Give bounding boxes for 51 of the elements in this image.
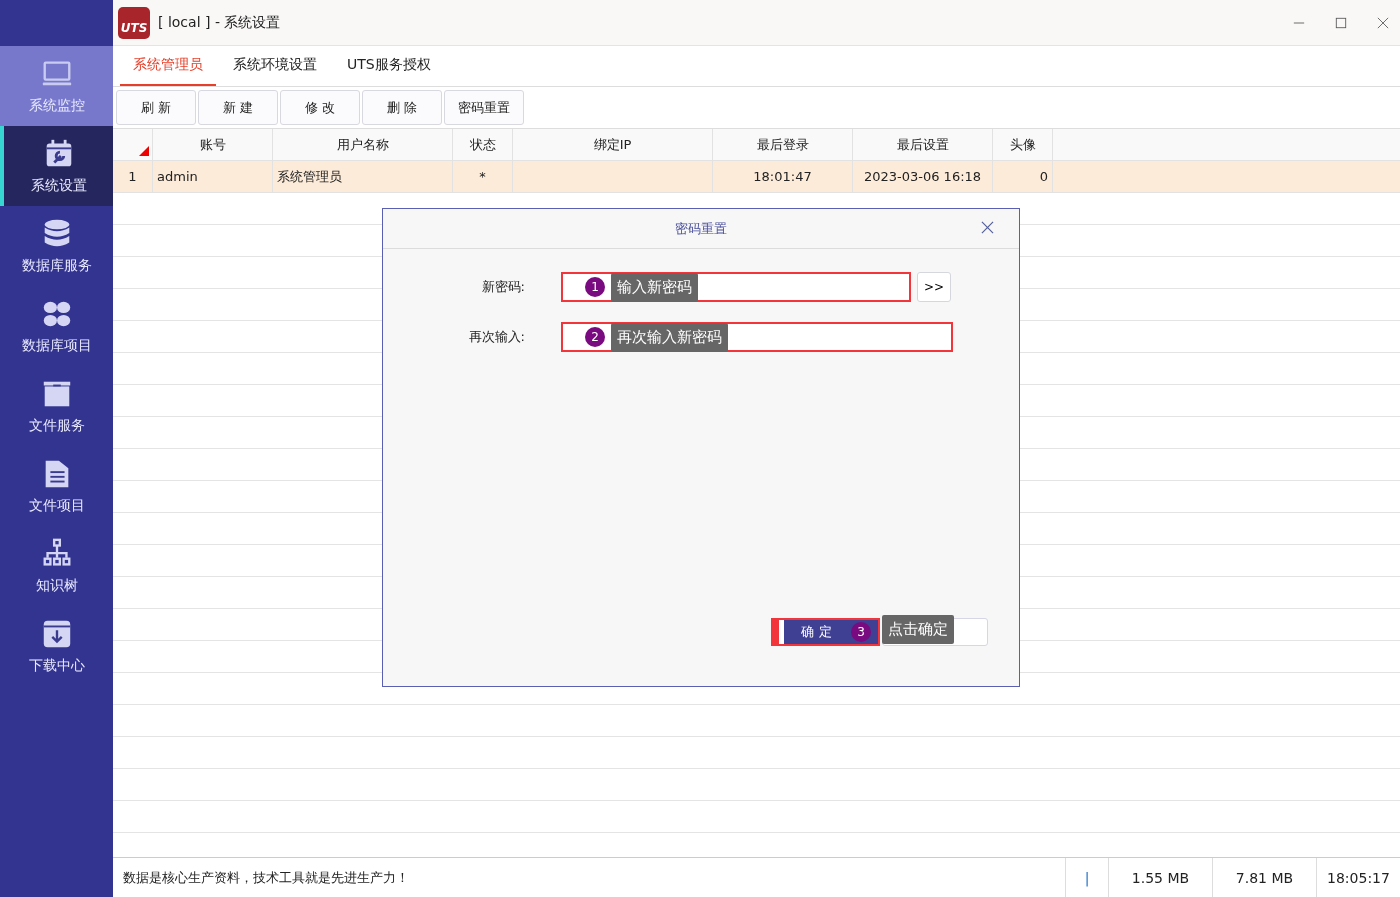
table-cell: 0 [1039,169,1048,184]
status-value: 1.55 MB [1131,869,1190,886]
table-row[interactable]: 1 admin 系统管理员 * 18:01:47 2023-03-06 16:18 0 [113,161,1400,193]
sidebar-item[interactable]: 系统设置 [0,126,113,206]
toolbar-button[interactable]: 删 除 [362,90,442,125]
window-title: [ local ] - 系统设置 [158,13,281,32]
callout-tooltip: 再次输入新密码 [611,322,728,352]
close-icon[interactable] [981,221,994,234]
toolbar-button[interactable]: 密码重置 [444,90,524,125]
maximize-icon[interactable] [1335,16,1347,29]
table-cell: 18:01:47 [753,169,812,184]
sidebar-item[interactable]: 文件服务 [0,366,113,446]
sidebar-item[interactable]: 知识树 [0,526,113,606]
sidebar-item[interactable]: 文件项目 [0,446,113,526]
sidebar-item[interactable]: 数据库项目 [0,286,113,366]
tab[interactable]: 系统管理员 [120,46,216,86]
field-label: 新密码: [480,278,525,296]
column-header[interactable]: 账号 [153,129,273,160]
callout-tooltip: 输入新密码 [611,272,698,302]
status-cursor: | [1084,869,1090,886]
toolbar-button[interactable]: 新 建 [198,90,278,125]
row-number: 1 [128,169,137,184]
callout-tooltip: 点击确定 [882,615,954,644]
column-header[interactable]: 最后登录 [713,129,853,160]
field-label: 再次输入: [467,328,525,346]
sidebar-item[interactable]: 下载中心 [0,606,113,686]
column-header[interactable]: 绑定IP [513,129,713,160]
column-header[interactable]: 头像 [993,129,1053,160]
column-header[interactable]: 用户名称 [273,129,453,160]
table-cell: admin [157,169,198,184]
status-message: 数据是核心生产资料，技术工具就是先进生产力！ [122,868,410,887]
close-icon[interactable] [1377,16,1389,29]
column-header[interactable]: 状态 [453,129,513,160]
password-field[interactable]: 2 再次输入新密码 [561,322,953,352]
step-number-badge: 2 [585,327,605,347]
expand-button[interactable]: >> [917,272,951,302]
toolbar-button[interactable]: 刷 新 [116,90,196,125]
tab[interactable]: 系统环境设置 [220,46,330,86]
status-value: 18:05:17 [1327,869,1390,886]
toolbar-button[interactable]: 修 改 [280,90,360,125]
password-field[interactable]: 1 输入新密码 [561,272,911,302]
status-value: 7.81 MB [1235,869,1294,886]
tab[interactable]: UTS服务授权 [334,46,444,86]
table-cell: 系统管理员 [277,167,342,186]
dialog-title: 密码重置 [675,219,727,238]
column-header[interactable]: 最后设置 [853,129,993,160]
step-number-badge: 1 [585,277,605,297]
sidebar-item[interactable]: 数据库服务 [0,206,113,286]
table-cell: 2023-03-06 16:18 [863,169,982,184]
table-cell: * [479,169,486,184]
app-logo: UTS [118,6,150,39]
